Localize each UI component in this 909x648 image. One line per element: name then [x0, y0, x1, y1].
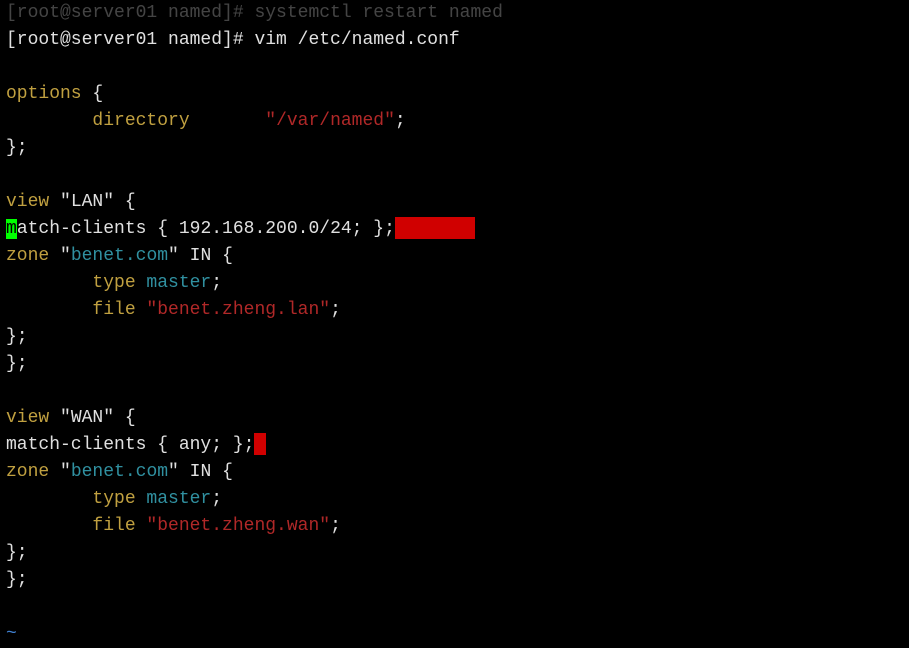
close-brace: }; — [6, 138, 28, 158]
wan-string: "WAN" — [49, 408, 114, 428]
quote-open: " — [49, 246, 71, 266]
shell-prompt-line: [root@server01 named]# vim /etc/named.co… — [6, 27, 903, 54]
lan-string: "LAN" — [49, 192, 114, 212]
semi: ; — [330, 300, 341, 320]
match-clients-wan-line: match-clients { any; }; — [6, 432, 903, 459]
zone-name: benet.com — [71, 462, 168, 482]
directory-line: directory "/var/named"; — [6, 108, 903, 135]
semi: ; — [211, 273, 222, 293]
master-keyword: master — [136, 273, 212, 293]
zone-keyword: zone — [6, 246, 49, 266]
zone-wan-line: zone "benet.com" IN { — [6, 459, 903, 486]
quote-close: " — [168, 246, 179, 266]
directory-keyword: directory — [6, 111, 190, 131]
match-clients-lan-line: match-clients { 192.168.200.0/24; }; — [6, 216, 903, 243]
view-lan-open-line: view "LAN" { — [6, 189, 903, 216]
brace: { — [114, 408, 136, 428]
quote-close: " — [168, 462, 179, 482]
tilde-icon: ~ — [6, 624, 17, 644]
view-keyword: view — [6, 408, 49, 428]
zone-lan-close-line: }; — [6, 324, 903, 351]
zone-lan-line: zone "benet.com" IN { — [6, 243, 903, 270]
type-master-lan-line: type master; — [6, 270, 903, 297]
zone-wan-close-line: }; — [6, 540, 903, 567]
vim-tilde-line: ~ — [6, 621, 903, 648]
semi: ; — [211, 489, 222, 509]
blank-line-4 — [6, 594, 903, 621]
zone-keyword: zone — [6, 462, 49, 482]
master-keyword: master — [136, 489, 212, 509]
match-clients-wan-text: match-clients { any; }; — [6, 435, 254, 455]
view-wan-open-line: view "WAN" { — [6, 405, 903, 432]
shell-prompt-cutoff: [root@server01 named]# systemctl restart… — [6, 0, 903, 27]
blank-line — [6, 54, 903, 81]
view-wan-close-line: }; — [6, 567, 903, 594]
quote-open: " — [49, 462, 71, 482]
cursor-char[interactable]: m — [6, 219, 17, 239]
zone-name: benet.com — [71, 246, 168, 266]
prompt-text: [root@server01 named]# vim /etc/named.co… — [6, 30, 460, 50]
in-brace: IN { — [179, 246, 233, 266]
type-keyword: type — [6, 273, 136, 293]
brace: { — [114, 192, 136, 212]
file-lan-value: "benet.zheng.lan" — [136, 300, 330, 320]
blank-line-3 — [6, 378, 903, 405]
close-brace: }; — [6, 327, 28, 347]
semi: ; — [395, 111, 406, 131]
semi: ; — [330, 516, 341, 536]
prompt-cutoff-text: [root@server01 named]# systemctl restart… — [6, 3, 503, 23]
type-master-wan-line: type master; — [6, 486, 903, 513]
close-brace: }; — [6, 570, 28, 590]
terminal-window[interactable]: [root@server01 named]# systemctl restart… — [0, 0, 909, 648]
view-keyword: view — [6, 192, 49, 212]
options-close-line: }; — [6, 135, 903, 162]
directory-value: "/var/named" — [265, 111, 395, 131]
options-open-line: options { — [6, 81, 903, 108]
match-clients-text: atch-clients { 192.168.200.0/24; }; — [17, 219, 395, 239]
file-lan-line: file "benet.zheng.lan"; — [6, 297, 903, 324]
close-brace: }; — [6, 354, 28, 374]
file-keyword: file — [6, 300, 136, 320]
file-wan-value: "benet.zheng.wan" — [136, 516, 330, 536]
in-brace: IN { — [179, 462, 233, 482]
close-brace: }; — [6, 543, 28, 563]
highlight-block — [395, 217, 475, 239]
file-keyword: file — [6, 516, 136, 536]
options-keyword: options — [6, 84, 82, 104]
brace: { — [82, 84, 104, 104]
type-keyword: type — [6, 489, 136, 509]
blank-line-2 — [6, 162, 903, 189]
file-wan-line: file "benet.zheng.wan"; — [6, 513, 903, 540]
highlight-block-small — [254, 433, 266, 455]
view-lan-close-line: }; — [6, 351, 903, 378]
